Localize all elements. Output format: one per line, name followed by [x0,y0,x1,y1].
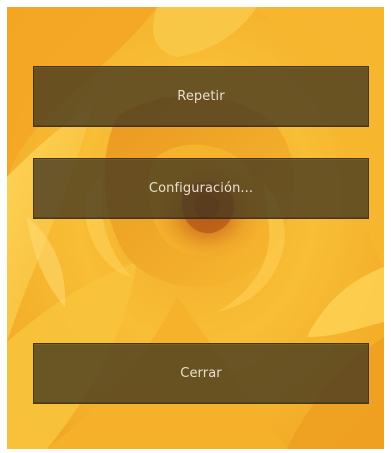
settings-button-label: Configuración... [148,181,254,196]
settings-button[interactable]: Configuración... [33,158,369,219]
close-button-label: Cerrar [180,366,222,381]
page: Repetir Configuración... Cerrar [0,0,391,453]
repeat-button[interactable]: Repetir [33,66,369,127]
repeat-button-label: Repetir [177,89,225,104]
game-menu-window: Repetir Configuración... Cerrar [7,7,384,449]
close-button[interactable]: Cerrar [33,343,369,404]
